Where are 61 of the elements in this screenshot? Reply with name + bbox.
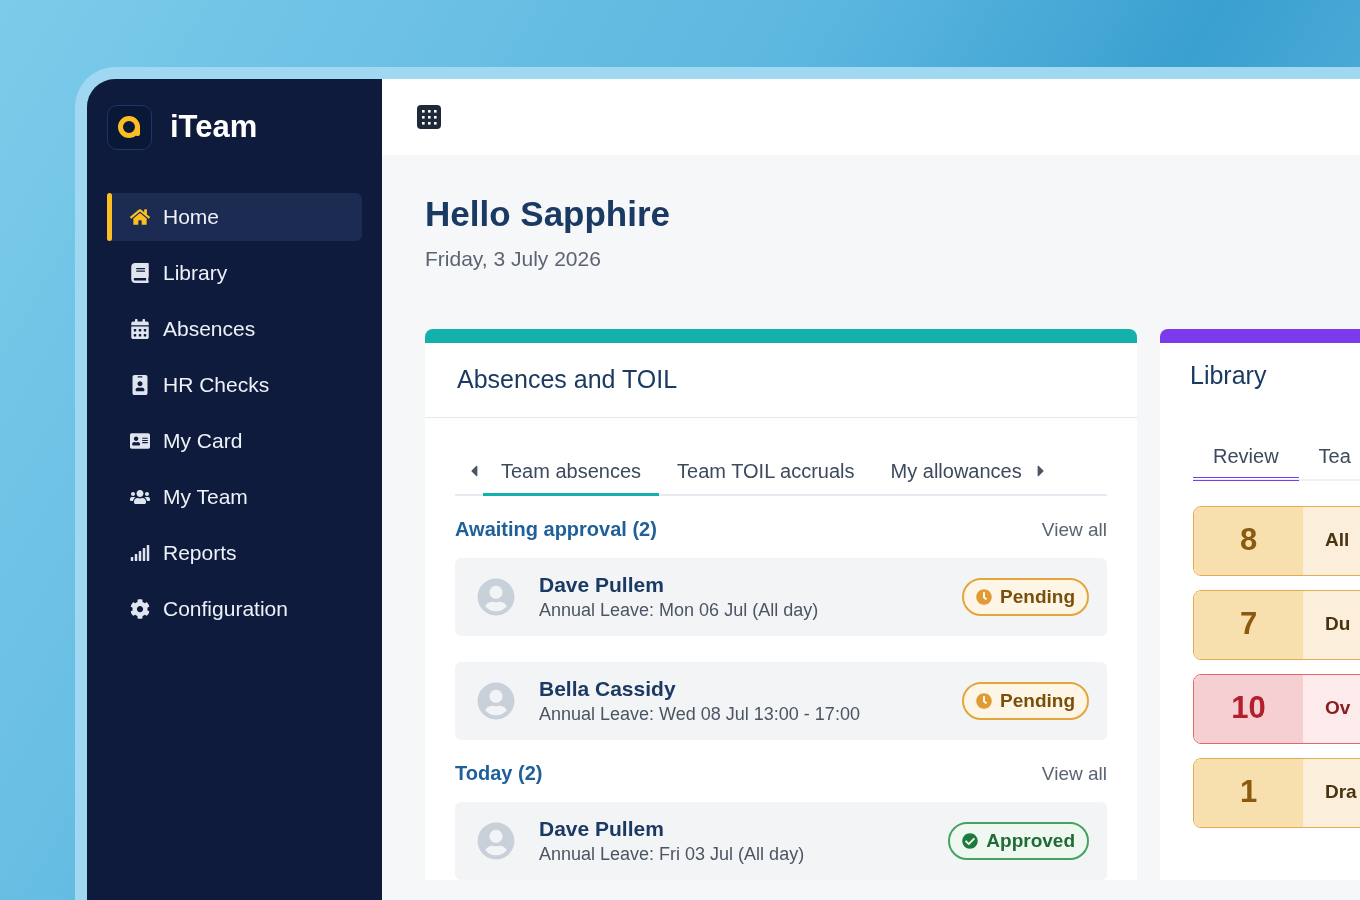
tab[interactable]: Tea bbox=[1298, 434, 1360, 481]
employee-name: Dave Pullem bbox=[539, 816, 665, 842]
count-tile[interactable]: 10 Ov bbox=[1193, 673, 1360, 744]
nav-item[interactable]: HR Checks bbox=[107, 360, 362, 409]
leave-details: Annual Leave: Fri 03 Jul (All day) bbox=[539, 843, 806, 866]
employee-name: Dave Pullem bbox=[539, 572, 665, 598]
nav-item[interactable]: My Team bbox=[107, 472, 362, 521]
tab[interactable]: Team absences bbox=[483, 448, 660, 496]
tile-count: 1 bbox=[1194, 758, 1303, 827]
nav-item[interactable]: Configuration bbox=[107, 584, 362, 633]
nav-item[interactable]: Absences bbox=[107, 304, 362, 353]
nav-item[interactable]: Library bbox=[107, 248, 362, 297]
count-tile[interactable]: 1 Dra bbox=[1193, 757, 1360, 828]
nav-item[interactable]: Reports bbox=[107, 528, 362, 577]
tile-label: All bbox=[1303, 506, 1360, 575]
tile-count: 8 bbox=[1194, 506, 1303, 575]
absence-row[interactable]: Dave Pullem Annual Leave: Mon 06 Jul (All day) Pending bbox=[455, 558, 1107, 636]
settings-icon bbox=[130, 598, 150, 619]
app-grid-icon[interactable] bbox=[417, 105, 441, 129]
home-icon bbox=[130, 206, 150, 227]
tab[interactable]: Review bbox=[1193, 434, 1299, 481]
employee-name: Bella Cassidy bbox=[539, 676, 677, 702]
absence-row[interactable]: Dave Pullem Annual Leave: Fri 03 Jul (All day) Approved bbox=[455, 802, 1107, 880]
card-title: Absences and TOIL bbox=[457, 364, 678, 396]
avatar-icon bbox=[477, 822, 515, 860]
date-text: Friday, 3 July 2026 bbox=[425, 245, 602, 272]
app-name: iTeam bbox=[170, 108, 258, 146]
tile-count: 10 bbox=[1194, 674, 1303, 743]
absence-row[interactable]: Bella Cassidy Annual Leave: Wed 08 Jul 13:00 - 17:00 Pending bbox=[455, 662, 1107, 740]
tab[interactable]: Team TOIL accruals bbox=[659, 448, 873, 496]
logo-icon bbox=[107, 104, 152, 150]
check-icon bbox=[962, 833, 979, 849]
nav-item[interactable]: My Card bbox=[107, 416, 362, 465]
tile-label: Dra bbox=[1303, 758, 1360, 827]
view-all-link[interactable]: View all bbox=[1041, 759, 1107, 788]
leave-details: Annual Leave: Mon 06 Jul (All day) bbox=[539, 599, 820, 622]
calendar-icon bbox=[130, 318, 150, 339]
clock-icon bbox=[976, 589, 993, 605]
view-all-link[interactable]: View all bbox=[1041, 515, 1107, 544]
bar-chart-icon bbox=[130, 542, 150, 563]
count-tile[interactable]: 8 All bbox=[1193, 505, 1360, 576]
section-title: Today (2) bbox=[455, 761, 543, 786]
badge-icon bbox=[130, 374, 150, 395]
status-badge: Approved bbox=[948, 821, 1089, 861]
avatar-icon bbox=[477, 682, 515, 720]
id-card-icon bbox=[130, 430, 150, 451]
status-badge: Pending bbox=[962, 577, 1089, 617]
clock-icon bbox=[976, 693, 993, 709]
greeting-title: Hello Sapphire bbox=[425, 193, 672, 235]
section-title: Awaiting approval (2) bbox=[455, 517, 657, 542]
status-badge: Pending bbox=[962, 681, 1089, 721]
tile-label: Du bbox=[1303, 590, 1360, 659]
leave-details: Annual Leave: Wed 08 Jul 13:00 - 17:00 bbox=[539, 703, 861, 726]
card-title: Library bbox=[1189, 360, 1268, 391]
tile-count: 7 bbox=[1194, 590, 1303, 659]
avatar-icon bbox=[477, 578, 515, 616]
nav-item[interactable]: Home bbox=[107, 192, 362, 241]
count-tile[interactable]: 7 Du bbox=[1193, 589, 1360, 660]
tab[interactable]: My allowances bbox=[872, 448, 1040, 496]
book-icon bbox=[130, 262, 150, 283]
tile-label: Ov bbox=[1303, 674, 1360, 743]
